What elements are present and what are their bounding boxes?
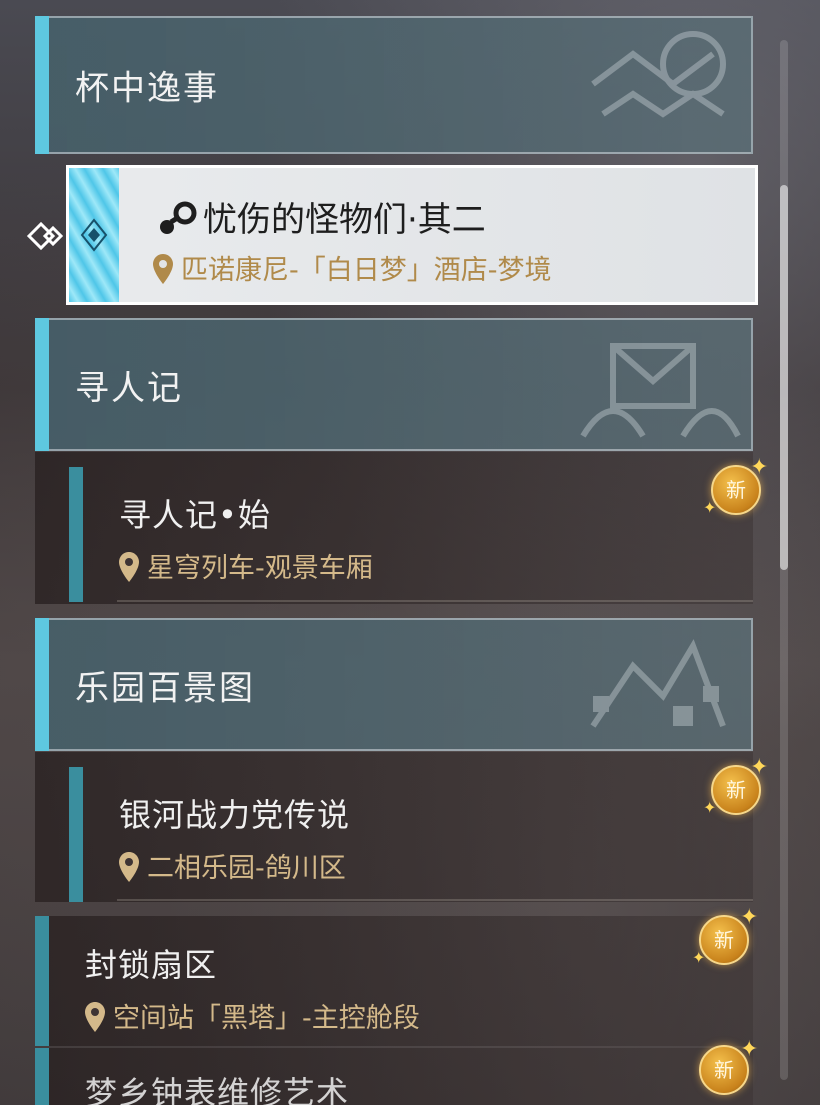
quest-name-text: 忧伤的怪物们·其二 — [203, 200, 486, 240]
quest-type-icon — [160, 201, 197, 234]
quest-location: 星穹列车-观景车厢 — [119, 546, 373, 585]
selected-indicator — [69, 168, 119, 302]
divider — [117, 899, 753, 901]
quest-name: 封锁扇区 — [85, 946, 218, 984]
sparkle-icon: ✦ — [750, 455, 769, 480]
category-header[interactable]: 杯中逸事 — [35, 16, 753, 154]
selected-quest-card[interactable]: 忧伤的怪物们·其二 匹诺康尼-「白日梦」酒店-梦境 — [66, 165, 758, 305]
quest-location: 空间站「黑塔」-主控舱段 — [85, 996, 420, 1035]
quest-accent-bar — [69, 467, 83, 602]
sparkle-icon: ✦ — [703, 498, 717, 517]
sparkle-icon: ✦ — [703, 798, 717, 817]
location-pin-icon — [153, 254, 173, 284]
sparkle-icon: ✦ — [740, 1037, 759, 1062]
selection-pointer-icon — [26, 221, 64, 251]
category-title: 杯中逸事 — [75, 68, 219, 109]
quest-location-text: 空间站「黑塔」-主控舱段 — [113, 1003, 420, 1034]
quest-list: 杯中逸事 忧伤的怪物们·其二 匹诺康尼-「白日梦」酒店-梦境 寻人记 寻人记•始… — [0, 0, 820, 1105]
sparkle-icon: ✦ — [750, 755, 769, 780]
location-pin-icon — [119, 852, 139, 882]
category-title: 寻人记 — [75, 368, 183, 408]
quest-location-text: 二相乐园-鸽川区 — [147, 853, 346, 884]
quest-item[interactable]: 银河战力党传说 二相乐园-鸽川区 — [35, 752, 753, 902]
quest-item[interactable]: 梦乡钟表维修艺术 — [35, 1048, 753, 1105]
divider — [117, 600, 753, 602]
quest-name: 寻人记•始 — [119, 496, 271, 534]
quest-location-text: 星穹列车-观景车厢 — [147, 553, 373, 584]
letter-emblem-icon — [580, 343, 741, 438]
sparkle-icon: ✦ — [740, 905, 759, 930]
quest-accent-bar — [35, 1048, 49, 1105]
quest-location: 二相乐园-鸽川区 — [119, 846, 346, 885]
category-title: 乐园百景图 — [75, 668, 255, 708]
quest-location-text: 匹诺康尼-「白日梦」酒店-梦境 — [181, 255, 552, 286]
quest-location: 匹诺康尼-「白日梦」酒店-梦境 — [153, 248, 552, 287]
location-pin-icon — [119, 552, 139, 582]
location-pin-icon — [85, 1002, 105, 1032]
quest-accent-bar — [35, 916, 49, 1046]
dragon-emblem-icon — [590, 639, 726, 728]
category-header[interactable]: 寻人记 — [35, 318, 753, 451]
category-header[interactable]: 乐园百景图 — [35, 618, 753, 751]
quest-item[interactable]: 寻人记•始 星穹列车-观景车厢 — [35, 452, 753, 604]
quest-accent-bar — [69, 767, 83, 902]
quest-item[interactable]: 封锁扇区 空间站「黑塔」-主控舱段 — [35, 916, 753, 1046]
diamond-icon — [80, 218, 108, 252]
quest-name: 梦乡钟表维修艺术 — [85, 1074, 350, 1105]
quest-name: 银河战力党传说 — [119, 796, 351, 834]
scrollbar-thumb[interactable] — [780, 185, 788, 570]
sparkle-icon: ✦ — [692, 948, 706, 967]
quest-name: 忧伤的怪物们·其二 — [157, 192, 486, 241]
cup-emblem-icon — [591, 31, 726, 118]
